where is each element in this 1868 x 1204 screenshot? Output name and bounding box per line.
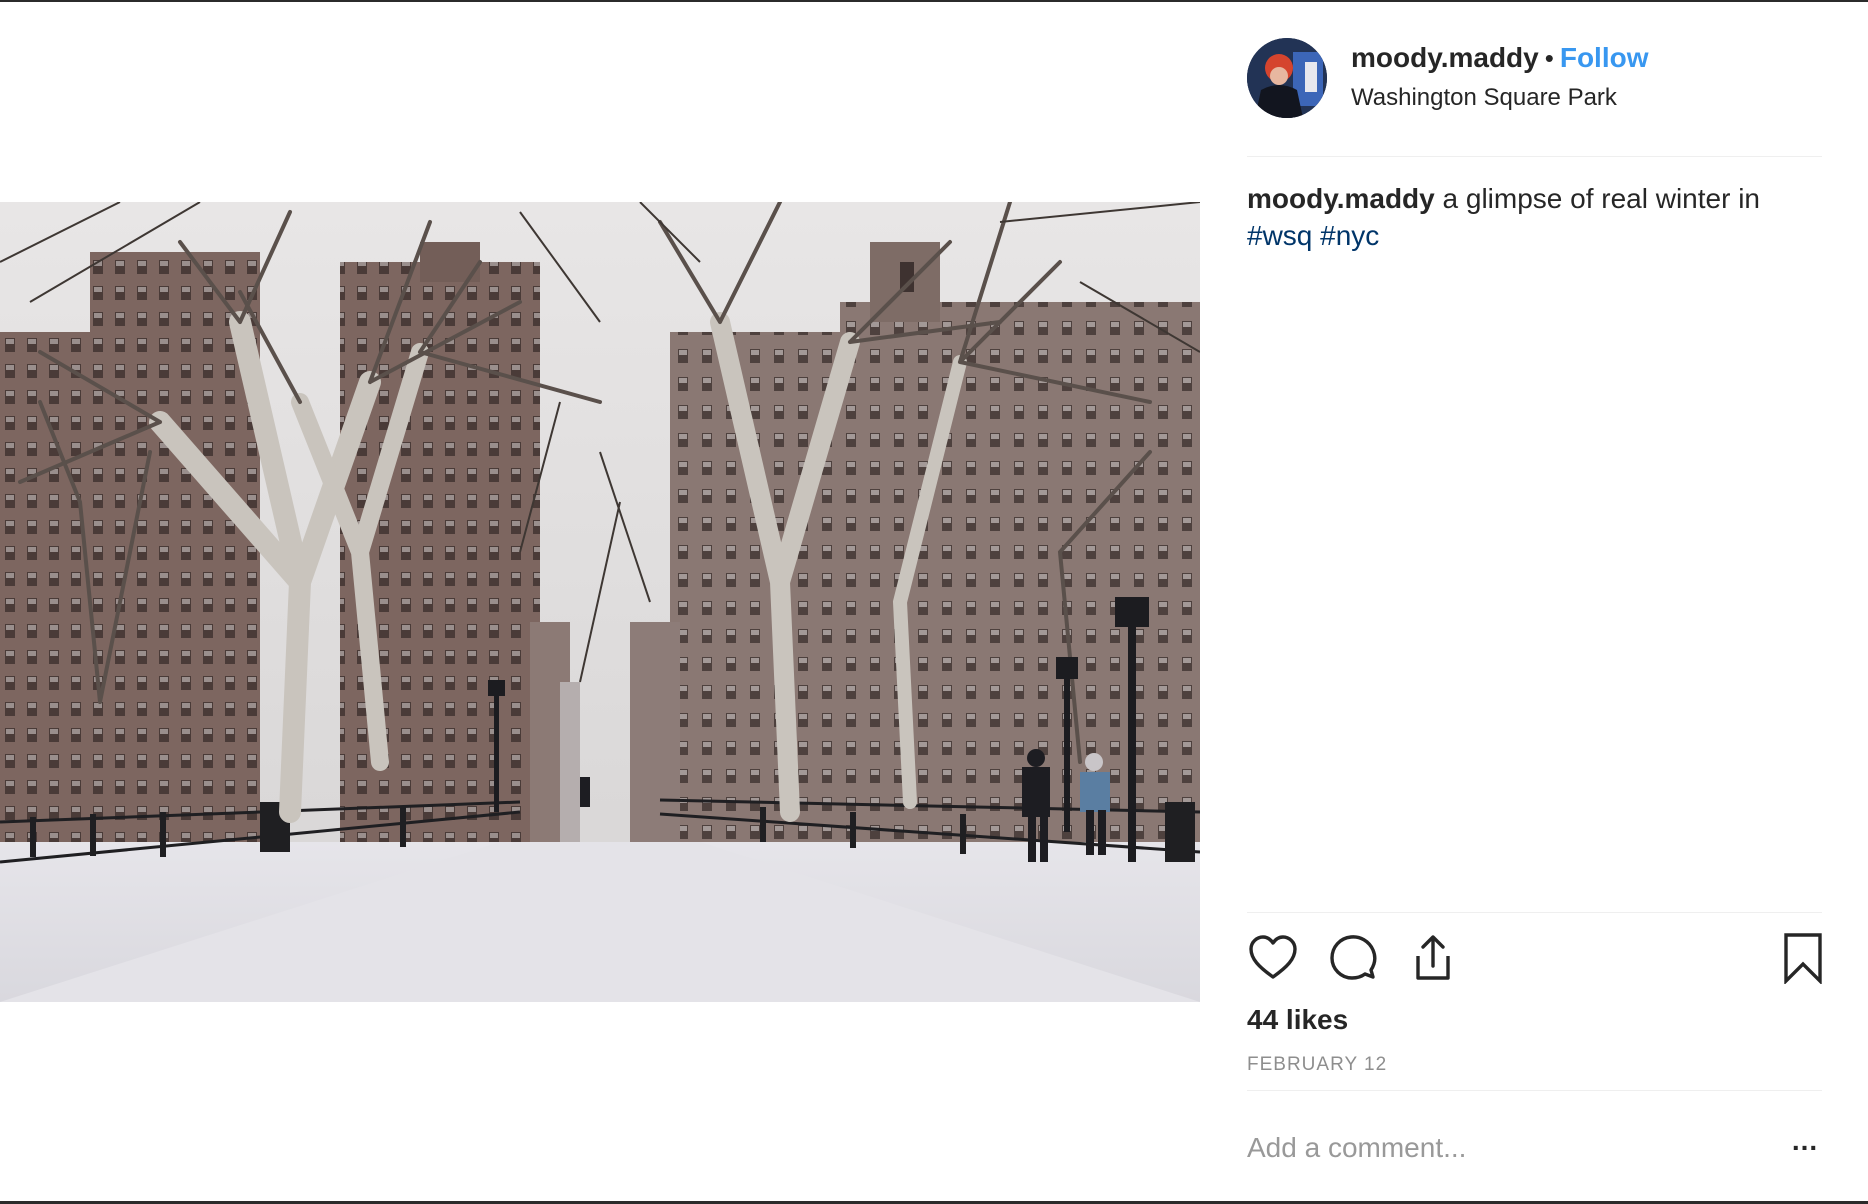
- more-options-button[interactable]: ...: [1785, 1127, 1825, 1160]
- post-photo[interactable]: [0, 202, 1200, 1002]
- more-options-icon: ...: [1791, 1125, 1819, 1156]
- post-date[interactable]: FEBRUARY 12: [1247, 1054, 1387, 1076]
- post-header-text: moody.maddy • Follow Washington Square Par…: [1351, 42, 1649, 112]
- heart-icon: [1249, 935, 1297, 979]
- action-bar: [1247, 932, 1822, 988]
- bookmark-icon: [1784, 933, 1822, 986]
- separator-dot: •: [1544, 43, 1554, 73]
- header-divider: [1247, 156, 1822, 157]
- post-caption: moody.maddy a glimpse of real winter in …: [1247, 180, 1807, 254]
- hashtag-nyc-link[interactable]: #nyc: [1320, 220, 1379, 251]
- username-link[interactable]: moody.maddy: [1351, 42, 1539, 73]
- follow-button[interactable]: Follow: [1560, 42, 1649, 73]
- caption-text: a glimpse of real winter in: [1442, 183, 1760, 214]
- post-header: moody.maddy • Follow Washington Square Par…: [1247, 38, 1822, 118]
- likes-count[interactable]: 44 likes: [1247, 1004, 1348, 1036]
- caption-username-link[interactable]: moody.maddy: [1247, 183, 1435, 214]
- avatar[interactable]: [1247, 38, 1327, 118]
- post-window: moody.maddy • Follow Washington Square Par…: [0, 0, 1868, 1204]
- comment-input[interactable]: [1247, 1128, 1747, 1168]
- comment-divider: [1247, 1090, 1822, 1091]
- comment-icon: [1330, 935, 1377, 980]
- comment-button[interactable]: [1327, 932, 1379, 984]
- share-icon: [1416, 935, 1450, 980]
- post-side-panel: moody.maddy • Follow Washington Square Par…: [1247, 0, 1822, 1204]
- location-link[interactable]: Washington Square Park: [1351, 84, 1649, 112]
- hashtag-wsq-link[interactable]: #wsq: [1247, 220, 1312, 251]
- save-button[interactable]: [1777, 932, 1829, 986]
- share-button[interactable]: [1407, 932, 1459, 984]
- like-button[interactable]: [1247, 932, 1299, 984]
- actions-divider: [1247, 912, 1822, 913]
